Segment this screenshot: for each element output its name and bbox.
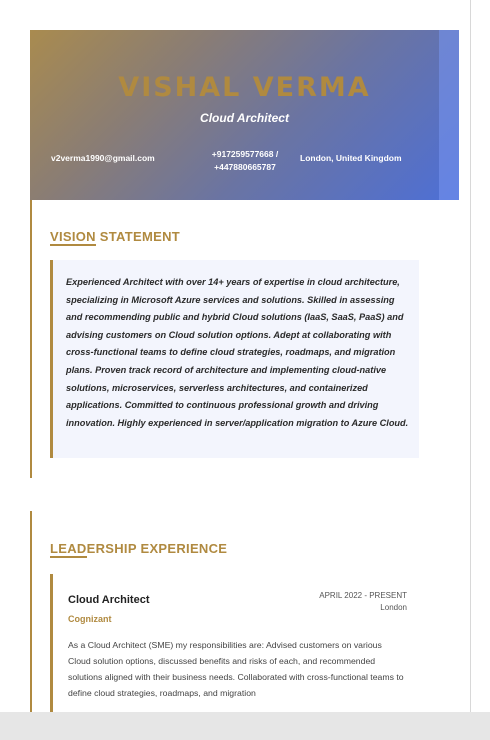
job-entry: Cloud Architect Cognizant APRIL 2022 - P… (50, 574, 419, 712)
vision-statement-box: Experienced Architect with over 14+ year… (50, 260, 419, 458)
vision-heading-rest: STATEMENT (95, 229, 180, 244)
section-rule-vision (30, 200, 32, 478)
leadership-heading: LEADERSHIP EXPERIENCE (50, 541, 228, 558)
horizontal-scrollbar[interactable] (0, 712, 490, 740)
section-rule-leadership (30, 511, 32, 712)
phone-line-1: +917259577668 / (211, 149, 279, 159)
job-location: London (380, 603, 407, 612)
resume-page: VISHAL VERMA Cloud Architect v2verma1990… (0, 0, 470, 712)
vision-statement-text: Experienced Architect with over 14+ year… (66, 277, 409, 428)
leadership-heading-underlined: LEAD (50, 541, 87, 558)
contact-location: London, United Kingdom (300, 153, 402, 163)
candidate-title: Cloud Architect (200, 111, 289, 125)
job-date: APRIL 2022 - PRESENT (319, 591, 407, 600)
phone-line-2: +447880665787 (214, 162, 276, 172)
vision-heading: VISION STATEMENT (50, 229, 180, 246)
vertical-scrollbar[interactable] (470, 0, 490, 712)
job-date-location: APRIL 2022 - PRESENT London (319, 590, 407, 614)
job-title: Cloud Architect (68, 594, 150, 606)
job-description: As a Cloud Architect (SME) my responsibi… (68, 640, 404, 698)
contact-phone: +917259577668 / +447880665787 (190, 148, 300, 174)
candidate-name: VISHAL VERMA (118, 72, 371, 103)
leadership-heading-rest: ERSHIP EXPERIENCE (86, 541, 228, 556)
contact-email[interactable]: v2verma1990@gmail.com (51, 153, 155, 163)
job-company: Cognizant (68, 614, 112, 624)
vision-heading-underlined: VISION (50, 229, 96, 246)
resume-header: VISHAL VERMA Cloud Architect v2verma1990… (30, 30, 459, 200)
